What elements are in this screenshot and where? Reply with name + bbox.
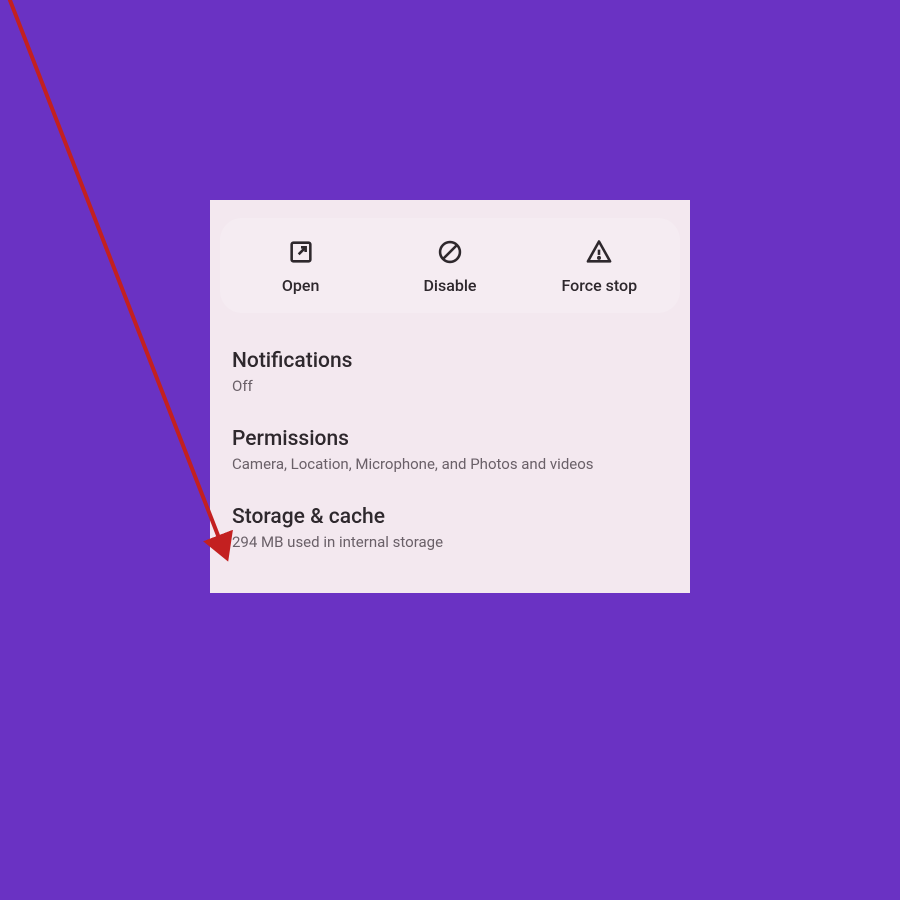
setting-title: Permissions xyxy=(232,427,668,451)
setting-permissions[interactable]: Permissions Camera, Location, Microphone… xyxy=(210,413,690,491)
open-icon xyxy=(287,238,315,270)
force-stop-label: Force stop xyxy=(562,276,638,295)
disable-label: Disable xyxy=(423,276,476,295)
disable-icon xyxy=(436,238,464,270)
disable-button[interactable]: Disable xyxy=(375,238,524,295)
setting-notifications[interactable]: Notifications Off xyxy=(210,335,690,413)
setting-sub: Camera, Location, Microphone, and Photos… xyxy=(232,455,668,473)
action-row: Open Disable Force stop xyxy=(220,218,680,313)
settings-list: Notifications Off Permissions Camera, Lo… xyxy=(210,327,690,593)
setting-title: Storage & cache xyxy=(232,505,668,529)
setting-storage-cache[interactable]: Storage & cache 294 MB used in internal … xyxy=(210,491,690,569)
setting-sub: Off xyxy=(232,377,668,395)
force-stop-button[interactable]: Force stop xyxy=(525,238,674,295)
app-info-panel: Open Disable Force stop xyxy=(210,200,690,593)
setting-sub: 294 MB used in internal storage xyxy=(232,533,668,551)
setting-title: Notifications xyxy=(232,349,668,373)
warning-triangle-icon xyxy=(585,238,613,270)
open-button[interactable]: Open xyxy=(226,238,375,295)
open-label: Open xyxy=(282,276,320,295)
